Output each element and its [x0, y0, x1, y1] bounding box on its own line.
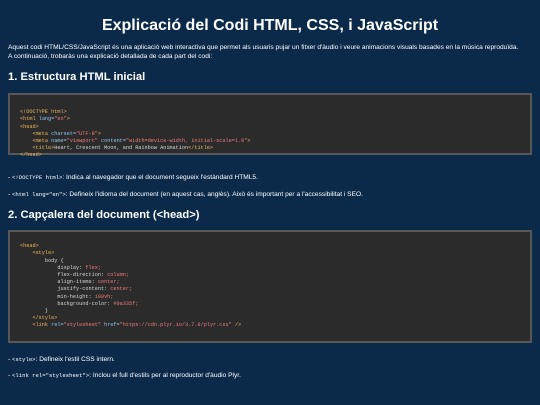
code-token: background-color:: [57, 300, 111, 307]
code-token: body {: [44, 257, 64, 264]
code-token: <title>: [32, 145, 55, 152]
code-token: display:: [57, 264, 83, 271]
code-token: 100vh;: [94, 293, 114, 300]
note-code: <style>: [12, 356, 36, 364]
note-text: : Defineix l'idioma del document (en aqu…: [65, 191, 363, 199]
code-token: <head>: [20, 243, 39, 250]
code-token: >: [66, 116, 70, 123]
code-token: </title>: [188, 145, 214, 152]
note-text: : Indica al navegador que el document se…: [62, 174, 258, 182]
code-token: <html: [20, 116, 36, 123]
code-token: "width=device-width, initial-scale=1.0": [125, 138, 248, 144]
note-code: <link rel="stylesheet">: [12, 372, 90, 380]
code-token: >: [247, 138, 251, 144]
code-token: content=: [101, 138, 126, 144]
code-token: }: [44, 308, 49, 315]
code-token: <!DOCTYPE html>: [20, 109, 67, 116]
page-title: Explicació del Codi HTML, CSS, i JavaScr…: [101, 17, 439, 34]
code-token: "viewport": [66, 138, 98, 144]
note-link-stylesheet: - <link rel="stylesheet">: Inclou el ful…: [8, 372, 241, 380]
code-token: </head>: [20, 152, 42, 159]
intro-line-1: Aquest codi HTML/CSS/JavaScript és una a…: [8, 44, 519, 51]
code-token: Heart, Crescent Moon, and Rainbow Animat…: [54, 145, 189, 152]
code-block-head[interactable]: <head> <style> body { display: flex; fle…: [8, 230, 532, 344]
code-token: <style>: [32, 250, 55, 257]
code-token: />: [234, 322, 242, 329]
intro-line-2: A continuació, trobaràs una explicació d…: [8, 52, 213, 60]
note-doctype: - <!DOCTYPE html>: Indica al navegador q…: [8, 174, 258, 182]
code-token: center;: [97, 279, 120, 286]
code-token: >: [97, 130, 101, 137]
code-token: </style>: [32, 315, 58, 322]
code-token: charset=: [51, 130, 77, 137]
code-token: <head>: [20, 123, 39, 130]
code-block-html-structure[interactable]: <!DOCTYPE html> <html lang="en"> <head> …: [8, 93, 532, 159]
code-token: center;: [110, 286, 133, 293]
note-code: <!DOCTYPE html>: [12, 174, 63, 182]
code-token: <link: [32, 322, 49, 329]
code-token: "https://cdn.plyr.io/3.7.8/plyr.css": [119, 322, 232, 329]
code-token: "stylesheet": [63, 322, 101, 329]
note-text: : Defineix l'estil CSS intern.: [35, 356, 115, 364]
code-token: rel=: [51, 322, 64, 329]
page: Explicació del Codi HTML, CSS, i JavaScr…: [0, 0, 540, 380]
note-code: <html lang="en">: [12, 191, 66, 199]
code-token: flex-direction:: [57, 272, 105, 278]
code-token: align-items:: [57, 279, 95, 286]
note-text: : Inclou el full d'estils per al reprodu…: [89, 372, 241, 380]
code-token: <meta: [32, 130, 49, 137]
section-heading-html-structure: 1. Estructura HTML inicial: [8, 71, 146, 84]
code-token: "UTF-8": [76, 130, 98, 137]
code-token: flex;: [85, 264, 101, 271]
code-token: href=: [104, 322, 120, 329]
section-heading-head: 2. Capçalera del document (<head>): [8, 209, 200, 222]
code-token: <meta: [32, 138, 49, 144]
code-token: #0a335f;: [113, 300, 139, 307]
note-style: - <style>: Defineix l'estil CSS intern.: [8, 356, 115, 364]
code-token: lang=: [38, 116, 55, 123]
code-token: name=: [51, 138, 67, 144]
intro-text: Aquest codi HTML/CSS/JavaScript és una a…: [8, 44, 532, 61]
code-token: justify-content:: [57, 286, 108, 293]
code-token: "en": [54, 116, 67, 123]
note-html-lang: - <html lang="en">: Defineix l'idioma de…: [8, 191, 363, 199]
code-token: min-height:: [57, 293, 92, 300]
code-token: column;: [107, 272, 129, 278]
